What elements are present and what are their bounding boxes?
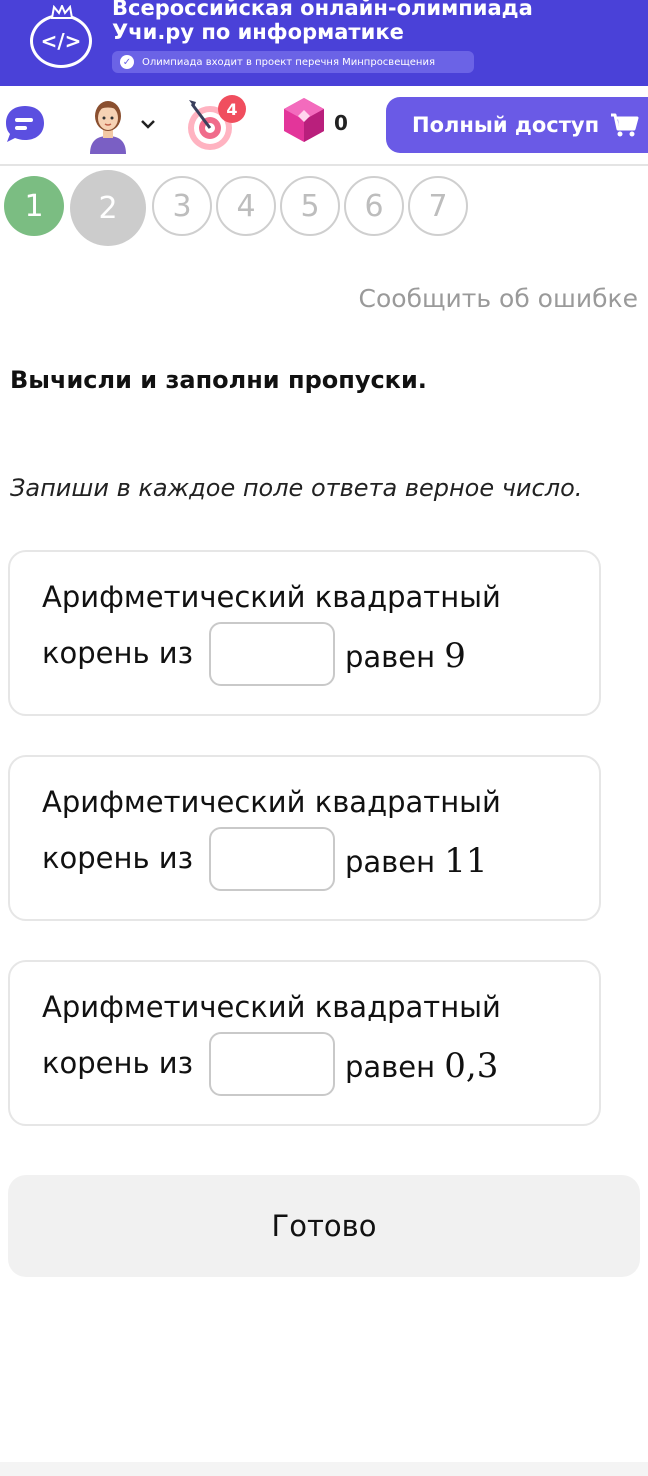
equals-word: равен: [345, 640, 436, 674]
top-bar: 4 0 Полный доступ: [0, 86, 648, 166]
step-7[interactable]: 7: [408, 176, 468, 236]
step-6[interactable]: 6: [344, 176, 404, 236]
olympiad-banner[interactable]: </> Всероссийская онлайн-олимпиада Учи.р…: [0, 0, 648, 86]
bottom-strip: [0, 1462, 648, 1476]
task-instruction: Запиши в каждое поле ответа верное число…: [10, 474, 583, 502]
step-1[interactable]: 1: [4, 176, 64, 236]
crown-icon: [51, 5, 73, 19]
full-access-button[interactable]: Полный доступ: [386, 97, 648, 153]
step-2[interactable]: 2: [70, 170, 146, 246]
question-line1: Арифметический квадратный: [42, 785, 501, 819]
answer-input-1[interactable]: [209, 622, 335, 686]
question-card-3: Арифметический квадратный корень из раве…: [8, 960, 601, 1126]
root-value: 9: [444, 636, 466, 676]
avatar[interactable]: [86, 96, 130, 154]
banner-title-line2: Учи.ру по информатике: [112, 20, 404, 44]
root-value: 0,3: [444, 1046, 499, 1086]
step-5[interactable]: 5: [280, 176, 340, 236]
banner-note-text: Олимпиада входит в проект перечня Минпро…: [142, 56, 435, 68]
task-title: Вычисли и заполни пропуски.: [10, 366, 427, 394]
task-steps: 1 2 3 4 5 6 7: [0, 170, 648, 246]
gem-icon[interactable]: [282, 96, 326, 144]
logo-text: </>: [40, 29, 82, 53]
check-badge-icon: ✓: [120, 55, 134, 69]
step-3[interactable]: 3: [152, 176, 212, 236]
answer-input-3[interactable]: [209, 1032, 335, 1096]
question-suffix: равен 9: [345, 636, 466, 676]
banner-note: ✓ Олимпиада входит в проект перечня Минп…: [112, 51, 474, 73]
achievements-badge: 4: [218, 95, 246, 123]
cart-icon: [611, 113, 639, 137]
question-line1: Арифметический квадратный: [42, 580, 501, 614]
question-prefix: корень из: [42, 841, 194, 875]
equals-word: равен: [345, 1050, 436, 1084]
gems-count: 0: [334, 111, 348, 135]
root-value: 11: [444, 841, 488, 881]
answer-input-2[interactable]: [209, 827, 335, 891]
question-prefix: корень из: [42, 636, 194, 670]
question-line1: Арифметический квадратный: [42, 990, 501, 1024]
question-suffix: равен 11: [345, 841, 488, 881]
code-logo-icon: </>: [30, 5, 92, 68]
equals-word: равен: [345, 845, 436, 879]
step-4[interactable]: 4: [216, 176, 276, 236]
full-access-label: Полный доступ: [412, 113, 600, 137]
chat-icon[interactable]: [4, 104, 46, 144]
done-button[interactable]: Готово: [8, 1175, 640, 1277]
question-prefix: корень из: [42, 1046, 194, 1080]
banner-title-line1: Всероссийская онлайн-олимпиада: [112, 0, 533, 20]
question-card-2: Арифметический квадратный корень из раве…: [8, 755, 601, 921]
report-error-link[interactable]: Сообщить об ошибке: [359, 284, 638, 313]
chevron-down-icon[interactable]: [140, 118, 156, 130]
question-card-1: Арифметический квадратный корень из раве…: [8, 550, 601, 716]
question-suffix: равен 0,3: [345, 1046, 498, 1086]
